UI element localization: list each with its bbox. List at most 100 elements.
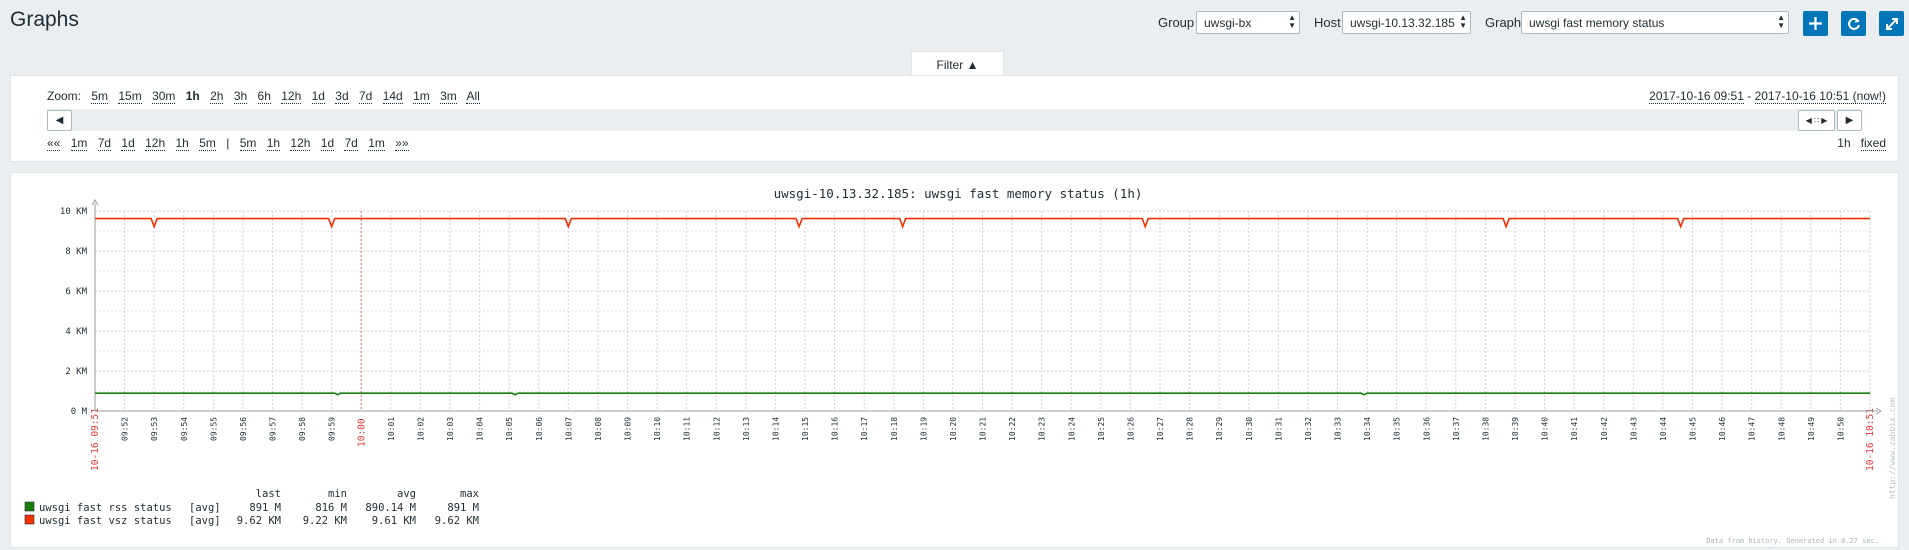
x-tick-label: 10:44: [1659, 417, 1668, 441]
zoom-option[interactable]: 3h: [233, 89, 248, 104]
nav-back-option[interactable]: 1d: [121, 136, 135, 151]
x-tick-label: 10:36: [1422, 417, 1431, 441]
x-start-label: 10-16 09:51: [90, 408, 101, 471]
timeline-scrollbar[interactable]: [47, 109, 1860, 131]
period-fixed-row: 1h fixed: [1837, 136, 1886, 151]
legend-series-name: uwsgi fast rss status: [39, 502, 172, 514]
legend-swatch: [24, 501, 35, 512]
x-tick-label: 10:07: [564, 417, 573, 441]
page-header: Graphs Group uwsgi-bx ▲ ▼ Host uwsgi-10.1…: [0, 0, 1909, 46]
period-to[interactable]: 2017-10-16 10:51 (now!): [1754, 89, 1886, 104]
y-tick-label: 10 KM: [60, 207, 88, 217]
x-tick-label: 10:29: [1215, 417, 1224, 441]
y-tick-label: 4 KM: [65, 327, 87, 337]
zoom-option[interactable]: 6h: [257, 89, 271, 104]
nav-back-all[interactable]: ««: [47, 136, 61, 151]
scroll-right-button[interactable]: ▶: [1837, 110, 1862, 131]
x-tick-label: 10:48: [1777, 417, 1786, 441]
zoom-option[interactable]: 15m: [118, 89, 142, 104]
zoom-option[interactable]: 5m: [91, 89, 109, 104]
select-arrows-icon: ▲ ▼: [1459, 13, 1467, 30]
add-to-favourites-button[interactable]: [1803, 11, 1828, 36]
nav-forward-all[interactable]: »»: [395, 136, 409, 151]
filter-panel: Zoom: 5m 15m 30m 1h 2h 3h 6h 12h 1d 3d 7…: [10, 75, 1899, 162]
zoom-option[interactable]: 14d: [382, 89, 403, 104]
scroll-left-button[interactable]: ◀: [47, 110, 72, 131]
legend-value-max: 9.62 KM: [435, 515, 479, 527]
group-select[interactable]: uwsgi-bx ▲ ▼: [1196, 11, 1300, 34]
nav-forward-option[interactable]: 7d: [344, 136, 358, 151]
x-tick-label: 10:30: [1245, 417, 1254, 441]
nav-forward-option[interactable]: 5m: [239, 136, 257, 151]
legend-value-last: 9.62 KM: [237, 515, 281, 527]
host-select[interactable]: uwsgi-10.13.32.185 ▲ ▼: [1342, 11, 1471, 34]
scrollbar-thumb[interactable]: ◀ ∷ ▶: [1798, 110, 1835, 131]
y-tick-label: 8 KM: [65, 247, 87, 257]
x-tick-label: 10:32: [1304, 417, 1313, 441]
triangle-right-icon: ▶: [1845, 115, 1854, 126]
nav-back-option[interactable]: 12h: [145, 136, 166, 151]
x-tick-label: 09:57: [269, 417, 278, 441]
nav-forward-option[interactable]: 1d: [320, 136, 335, 151]
zoom-row: Zoom: 5m 15m 30m 1h 2h 3h 6h 12h 1d 3d 7…: [47, 89, 487, 104]
period-length: 1h: [1837, 136, 1851, 150]
x-tick-label: 10:06: [535, 417, 544, 441]
nav-forward-option[interactable]: 1h: [266, 136, 281, 151]
x-tick-label: 10:40: [1541, 417, 1550, 441]
period-nav-row: «« 1m 7d 1d 12h 1h 5m | 5m 1h 12h 1d 7d …: [47, 136, 416, 151]
x-tick-label: 10:23: [1038, 417, 1047, 441]
group-select-value: uwsgi-bx: [1204, 16, 1252, 30]
zoom-option[interactable]: 3d: [335, 89, 349, 104]
fixed-toggle[interactable]: fixed: [1860, 136, 1886, 151]
nav-forward-option[interactable]: 12h: [290, 136, 311, 151]
zoom-option[interactable]: 12h: [281, 89, 302, 104]
x-tick-label: 10:09: [624, 417, 633, 441]
nav-back-option[interactable]: 5m: [199, 136, 216, 151]
nav-back-option[interactable]: 7d: [97, 136, 112, 151]
graph-select[interactable]: uwsgi fast memory status ▲ ▼: [1521, 11, 1789, 34]
period-from[interactable]: 2017-10-16 09:51: [1649, 89, 1744, 104]
zoom-option[interactable]: 1d: [311, 89, 325, 104]
period-separator: -: [1743, 89, 1755, 103]
x-tick-label: 09:56: [239, 417, 248, 441]
x-tick-label: 10:01: [387, 417, 396, 441]
x-tick-label: 10:10: [653, 417, 662, 441]
legend-value-avg: 890.14 M: [365, 502, 416, 514]
zoom-option[interactable]: 1m: [413, 89, 430, 104]
x-tick-label: 10:11: [683, 417, 692, 441]
refresh-button[interactable]: [1841, 11, 1866, 36]
zoom-option[interactable]: 7d: [359, 89, 373, 104]
graph-select-value: uwsgi fast memory status: [1529, 16, 1665, 30]
nav-back-option[interactable]: 1h: [175, 136, 189, 151]
fullscreen-icon: [1885, 17, 1898, 30]
x-tick-label: 10:38: [1481, 417, 1490, 441]
zoom-option[interactable]: 30m: [152, 89, 176, 104]
x-tick-label: 10:45: [1689, 417, 1698, 441]
group-label: Group: [1158, 15, 1195, 30]
plus-icon: [1809, 17, 1822, 30]
x-tick-label: 10:16: [831, 417, 840, 441]
x-tick-label: 10:28: [1186, 417, 1195, 441]
x-tick-label: 10:08: [594, 417, 603, 441]
x-tick-label: 10:39: [1511, 417, 1520, 441]
x-tick-label-highlight: 10:00: [356, 418, 367, 447]
legend-header: last: [256, 488, 281, 500]
x-tick-label: 10:04: [476, 417, 485, 441]
x-tick-label: 10:35: [1393, 417, 1402, 441]
zoom-option[interactable]: 3m: [440, 89, 457, 104]
x-tick-label: 10:33: [1334, 417, 1343, 441]
graph-label: Graph: [1485, 15, 1522, 30]
legend-swatch: [24, 514, 35, 525]
triangle-left-icon: ◀: [55, 115, 64, 126]
y-tick-label: 0 M: [71, 407, 88, 417]
x-tick-label: 10:46: [1718, 417, 1727, 441]
fullscreen-button[interactable]: [1879, 11, 1904, 36]
x-tick-label: 10:49: [1807, 417, 1816, 441]
nav-back-option[interactable]: 1m: [70, 136, 88, 151]
zoom-option[interactable]: 2h: [210, 89, 224, 104]
zoom-option[interactable]: All: [466, 89, 480, 104]
filter-tab[interactable]: Filter ▲: [911, 51, 1004, 76]
page-title: Graphs: [10, 8, 79, 31]
x-tick-label: 09:55: [209, 417, 218, 441]
nav-forward-option[interactable]: 1m: [368, 136, 385, 151]
